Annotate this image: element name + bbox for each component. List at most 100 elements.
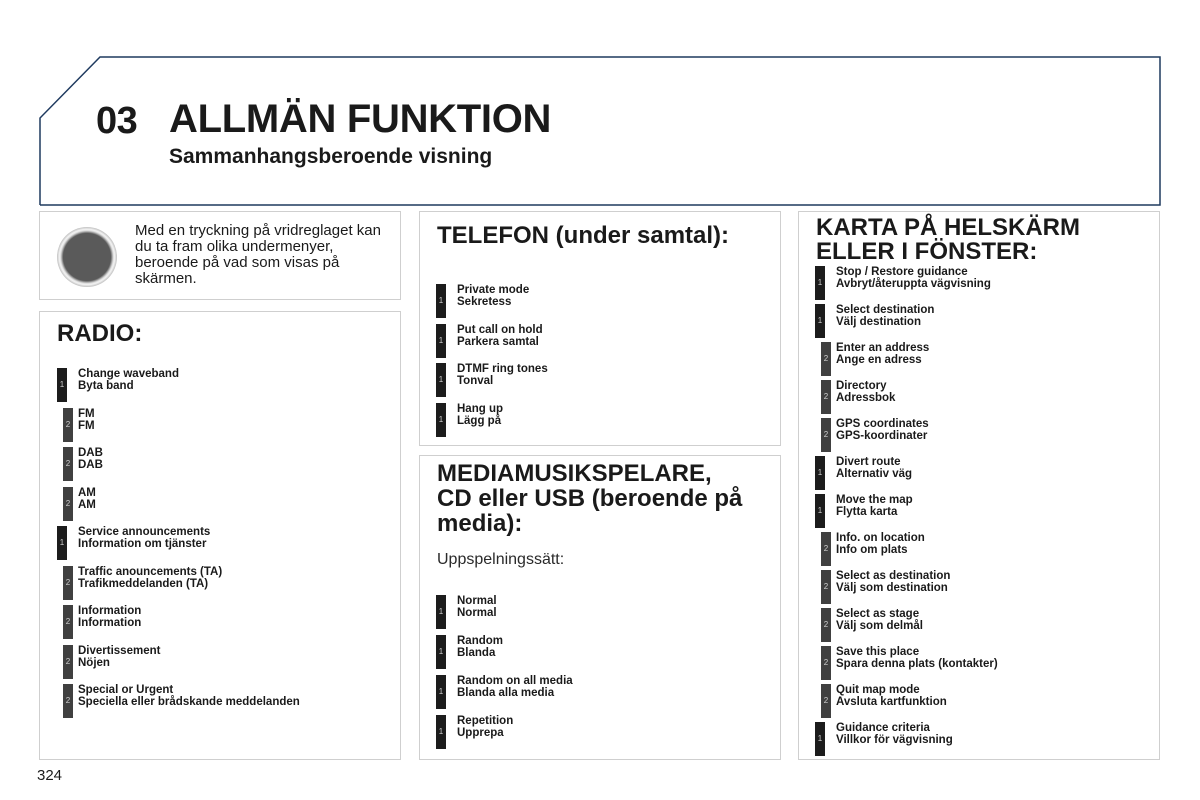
- menu-item-label: GPS coordinates GPS-koordinater: [836, 418, 929, 442]
- menu-item[interactable]: 2 Save this place Spara denna plats (konta…: [815, 646, 1135, 680]
- menu-level-badge: 2: [63, 447, 73, 481]
- menu-item-label-sv: Välj som delmål: [836, 620, 923, 632]
- menu-item-label-en: Select as destination: [836, 570, 951, 582]
- menu-item-label-sv: Info om plats: [836, 544, 908, 556]
- menu-level-badge: 1: [815, 304, 825, 338]
- menu-item[interactable]: 2 Select as destination Välj som destinati…: [815, 570, 1135, 604]
- menu-item-label-en: Normal: [457, 595, 497, 607]
- menu-item[interactable]: 1 Change waveband Byta band: [57, 368, 377, 402]
- menu-item-label: AM AM: [78, 487, 96, 511]
- media-playback-mode-label: Uppspelningssätt:: [437, 551, 565, 568]
- menu-item-label: Repetition Upprepa: [457, 715, 513, 739]
- menu-item[interactable]: 1 Private mode Sekretess: [436, 284, 756, 318]
- menu-item-label-en: DTMF ring tones: [457, 363, 548, 375]
- menu-item-label-en: AM: [78, 486, 96, 499]
- chapter-title: ALLMÄN FUNKTION: [169, 97, 552, 141]
- menu-level-badge: 1: [815, 266, 825, 300]
- menu-item-label: DAB DAB: [78, 447, 103, 471]
- menu-level-badge: 1: [436, 363, 446, 397]
- menu-level-badge: 2: [63, 684, 73, 718]
- menu-item[interactable]: 2 AM AM: [57, 486, 377, 521]
- intro-panel: Med en tryckning på vridreglaget kan du …: [39, 211, 401, 300]
- menu-item[interactable]: 1 Repetition Upprepa: [436, 715, 756, 749]
- menu-item[interactable]: 1 Normal Normal: [436, 595, 756, 629]
- menu-item[interactable]: 1 Move the map Flytta karta: [815, 494, 1135, 528]
- menu-item-label-sv: Parkera samtal: [457, 335, 539, 348]
- rotary-knob-icon: [57, 227, 117, 287]
- menu-item-label-en: Select destination: [836, 304, 935, 316]
- menu-item-label: Info. on location Info om plats: [836, 532, 925, 556]
- telefon-title: TELEFON (under samtal):: [437, 222, 730, 249]
- menu-item[interactable]: 1 Put call on hold Parkera samtal: [436, 323, 756, 358]
- menu-level-badge: 2: [821, 570, 831, 604]
- menu-item-label-en: Information: [78, 605, 142, 617]
- menu-item[interactable]: 1 Select destination Välj destination: [815, 304, 1135, 338]
- menu-item[interactable]: 2 Divertissement Nöjen: [57, 644, 377, 679]
- menu-item-label-en: Random: [457, 635, 503, 647]
- menu-level-badge: 2: [63, 486, 73, 521]
- menu-item[interactable]: 1 Service announcements Information om tjä…: [57, 526, 377, 560]
- menu-item-label-sv: Byta band: [78, 380, 134, 392]
- menu-level-badge: 1: [436, 635, 446, 669]
- menu-item[interactable]: 2 Quit map mode Avsluta kartfunktion: [815, 684, 1135, 718]
- menu-item-label-sv: DAB: [78, 459, 103, 471]
- menu-item-label-sv: AM: [78, 498, 96, 511]
- menu-level-badge: 1: [57, 368, 67, 402]
- menu-item-label-en: Private mode: [457, 284, 530, 296]
- menu-item[interactable]: 1 Random Blanda: [436, 635, 756, 669]
- menu-item[interactable]: 2 Enter an address Ange en adress: [815, 342, 1135, 376]
- karta-panel: KARTA PÅ HELSKÄRM ELLER I FÖNSTER: 1 Stop…: [798, 211, 1160, 760]
- menu-item-label-en: DAB: [78, 447, 103, 459]
- menu-item-label-en: Directory: [836, 380, 887, 392]
- menu-item-label-sv: Nöjen: [78, 656, 110, 669]
- menu-item[interactable]: 2 Information Information: [57, 605, 377, 639]
- menu-level-badge: 1: [815, 722, 825, 756]
- menu-item-label-sv: Speciella eller brådskande meddelanden: [78, 696, 300, 708]
- menu-item-label: Special or Urgent Speciella eller brådska…: [78, 684, 300, 708]
- menu-item-label-en: Divert route: [836, 456, 901, 468]
- menu-level-badge: 2: [63, 644, 73, 679]
- menu-item[interactable]: 2 Traffic anouncements (TA) Trafikmeddelan…: [57, 565, 377, 600]
- menu-item[interactable]: 1 DTMF ring tones Tonval: [436, 363, 756, 397]
- menu-item-label-sv: Upprepa: [457, 727, 504, 739]
- menu-item-label-en: Hang up: [457, 402, 503, 415]
- menu-level-badge: 2: [63, 565, 73, 600]
- menu-item[interactable]: 1 Hang up Lägg på: [436, 402, 756, 437]
- menu-item-label: Information Information: [78, 605, 141, 629]
- menu-item-label-en: Traffic anouncements (TA): [78, 565, 223, 578]
- menu-item[interactable]: 2 Special or Urgent Speciella eller brådsk…: [57, 684, 377, 718]
- menu-item-label: Enter an address Ange en adress: [836, 342, 929, 366]
- menu-item-label-en: Enter an address: [836, 342, 930, 354]
- menu-item-label: Guidance criteria Villkor för vägvisning: [836, 722, 953, 746]
- menu-item[interactable]: 1 Guidance criteria Villkor för vägvisning: [815, 722, 1135, 756]
- menu-item-label: Move the map Flytta karta: [836, 494, 913, 518]
- menu-item-label: Service announcements Information om tjän…: [78, 526, 210, 550]
- page-number: 324: [37, 767, 63, 784]
- menu-item[interactable]: 2 Directory Adressbok: [815, 380, 1135, 414]
- menu-item[interactable]: 1 Divert route Alternativ väg: [815, 456, 1135, 490]
- menu-item-label-sv: Trafikmeddelanden (TA): [78, 577, 209, 590]
- menu-level-badge: 2: [821, 532, 831, 566]
- menu-item-label-sv: Sekretess: [457, 296, 512, 308]
- menu-item[interactable]: 2 Info. on location Info om plats: [815, 532, 1135, 566]
- chapter-number: 03: [96, 100, 138, 142]
- menu-item[interactable]: 2 DAB DAB: [57, 447, 377, 481]
- menu-item[interactable]: 2 FM FM: [57, 407, 377, 442]
- menu-item-label-en: Save this place: [836, 646, 920, 658]
- menu-item[interactable]: 2 Select as stage Välj som delmål: [815, 608, 1135, 642]
- menu-item-label-sv: Blanda: [457, 647, 496, 659]
- intro-text: Med en tryckning på vridreglaget kan du …: [135, 222, 381, 287]
- menu-item-label-en: Change waveband: [78, 368, 179, 380]
- menu-item[interactable]: 2 GPS coordinates GPS-koordinater: [815, 418, 1135, 452]
- menu-level-badge: 2: [63, 407, 73, 442]
- menu-item-label-sv: Alternativ väg: [836, 468, 913, 480]
- menu-item[interactable]: 1 Stop / Restore guidance Avbryt/återuppta…: [815, 266, 1135, 300]
- menu-item-label: Stop / Restore guidance Avbryt/återuppta …: [836, 266, 991, 290]
- karta-title-line-1: KARTA PÅ HELSKÄRM: [816, 214, 1080, 241]
- menu-item[interactable]: 1 Random on all media Blanda alla media: [436, 675, 756, 709]
- menu-item-label: Select as destination Välj som destinatio…: [836, 570, 950, 594]
- menu-item-label: Divert route Alternativ väg: [836, 456, 912, 480]
- radio-title: RADIO:: [57, 320, 143, 347]
- menu-item-label-sv: Välj som destination: [836, 582, 948, 594]
- menu-item-label-en: Special or Urgent: [78, 684, 174, 696]
